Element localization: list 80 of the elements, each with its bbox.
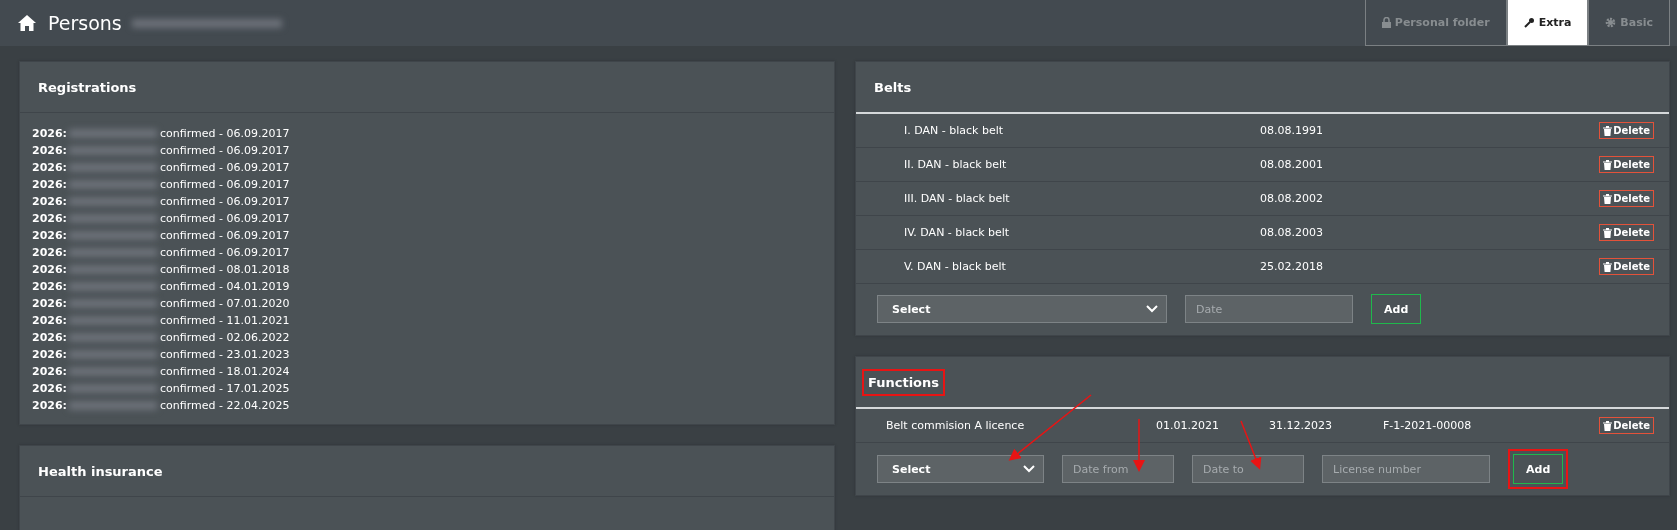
registration-year: 2026:: [32, 211, 67, 227]
registration-status: confirmed - 22.04.2025: [160, 398, 290, 414]
trash-icon: [1603, 261, 1613, 272]
registration-status: confirmed - 06.09.2017: [160, 245, 290, 261]
registration-year: 2026:: [32, 364, 67, 380]
registration-status: confirmed - 18.01.2024: [160, 364, 290, 380]
delete-button[interactable]: Delete: [1599, 156, 1654, 173]
belt-date: 08.08.2001: [1260, 158, 1323, 171]
registration-year: 2026:: [32, 313, 67, 329]
chevron-down-icon: [1146, 305, 1158, 313]
lock-icon: [1381, 17, 1391, 28]
belt-date: 08.08.1991: [1260, 124, 1323, 137]
belt-date: 25.02.2018: [1260, 260, 1323, 273]
registration-status: confirmed - 17.01.2025: [160, 381, 290, 397]
delete-button[interactable]: Delete: [1599, 122, 1654, 139]
registration-status: confirmed - 08.01.2018: [160, 262, 290, 278]
tab[interactable]: Extra: [1506, 0, 1589, 46]
add-button[interactable]: Add: [1513, 454, 1564, 484]
function-name: Belt commision A licence: [886, 419, 1026, 432]
registration-status: confirmed - 06.09.2017: [160, 228, 290, 244]
registration-year: 2026:: [32, 347, 67, 363]
panel-title: Registrations: [37, 78, 138, 97]
trash-icon: [1603, 227, 1613, 238]
registration-status: confirmed - 11.01.2021: [160, 313, 290, 329]
belt-name: IV. DAN - black belt: [904, 226, 1011, 239]
trash-icon: [1603, 193, 1613, 204]
date-field[interactable]: Date: [1185, 295, 1353, 323]
chevron-down-icon: [1023, 465, 1035, 473]
registration-status: confirmed - 06.09.2017: [160, 177, 290, 193]
date-to: 31.12.2023: [1269, 419, 1333, 432]
registration-year: 2026:: [32, 194, 67, 210]
registration-year: 2026:: [32, 398, 67, 414]
registration-year: 2026:: [32, 245, 67, 261]
annotation-arrow: [1133, 418, 1145, 472]
home-icon[interactable]: [18, 15, 36, 31]
belt-name: V. DAN - black belt: [904, 260, 1007, 273]
registration-status: confirmed - 06.09.2017: [160, 126, 290, 142]
text-field[interactable]: Date from: [1062, 455, 1174, 483]
registration-year: 2026:: [32, 262, 67, 278]
registration-status: confirmed - 06.09.2017: [160, 194, 290, 210]
panel-title: Health insurance: [37, 462, 164, 481]
text-field[interactable]: License number: [1322, 455, 1490, 483]
trash-icon: [1603, 125, 1613, 136]
registration-year: 2026:: [32, 330, 67, 346]
registration-status: confirmed - 23.01.2023: [160, 347, 290, 363]
registration-status: confirmed - 07.01.2020: [160, 296, 290, 312]
delete-button[interactable]: Delete: [1599, 258, 1654, 275]
page-title: Persons: [48, 12, 122, 34]
text-field[interactable]: Date to: [1192, 455, 1304, 483]
trash-icon: [1603, 159, 1613, 170]
belt-date: 08.08.2003: [1260, 226, 1323, 239]
registration-status: confirmed - 06.09.2017: [160, 160, 290, 176]
registration-status: confirmed - 04.01.2019: [160, 279, 290, 295]
registration-year: 2026:: [32, 228, 67, 244]
registration-year: 2026:: [32, 143, 67, 159]
panel-title: Functions: [862, 368, 946, 396]
gear-icon: [1605, 17, 1617, 28]
delete-button[interactable]: Delete: [1599, 417, 1654, 434]
delete-button[interactable]: Delete: [1599, 190, 1654, 207]
trash-icon: [1603, 420, 1613, 431]
registration-year: 2026:: [32, 160, 67, 176]
panel-title: Belts: [873, 78, 913, 97]
registration-year: 2026:: [32, 177, 67, 193]
select-field[interactable]: Select: [877, 455, 1044, 483]
registration-year: 2026:: [32, 381, 67, 397]
select-field[interactable]: Select: [877, 295, 1167, 323]
add-button[interactable]: Add: [1371, 294, 1422, 324]
registration-status: confirmed - 06.09.2017: [160, 211, 290, 227]
delete-button[interactable]: Delete: [1599, 224, 1654, 241]
registration-year: 2026:: [32, 279, 67, 295]
registration-status: confirmed - 02.06.2022: [160, 330, 290, 346]
registration-year: 2026:: [32, 296, 67, 312]
belt-date: 08.08.2002: [1260, 192, 1323, 205]
date-from: 01.01.2021: [1156, 419, 1220, 432]
belt-name: II. DAN - black belt: [904, 158, 1008, 171]
belt-name: III. DAN - black belt: [904, 192, 1011, 205]
registration-year: 2026:: [32, 126, 67, 142]
license-number: F-1-2021-00008: [1383, 419, 1472, 432]
belt-name: I. DAN - black belt: [904, 124, 1005, 137]
registration-status: confirmed - 06.09.2017: [160, 143, 290, 159]
